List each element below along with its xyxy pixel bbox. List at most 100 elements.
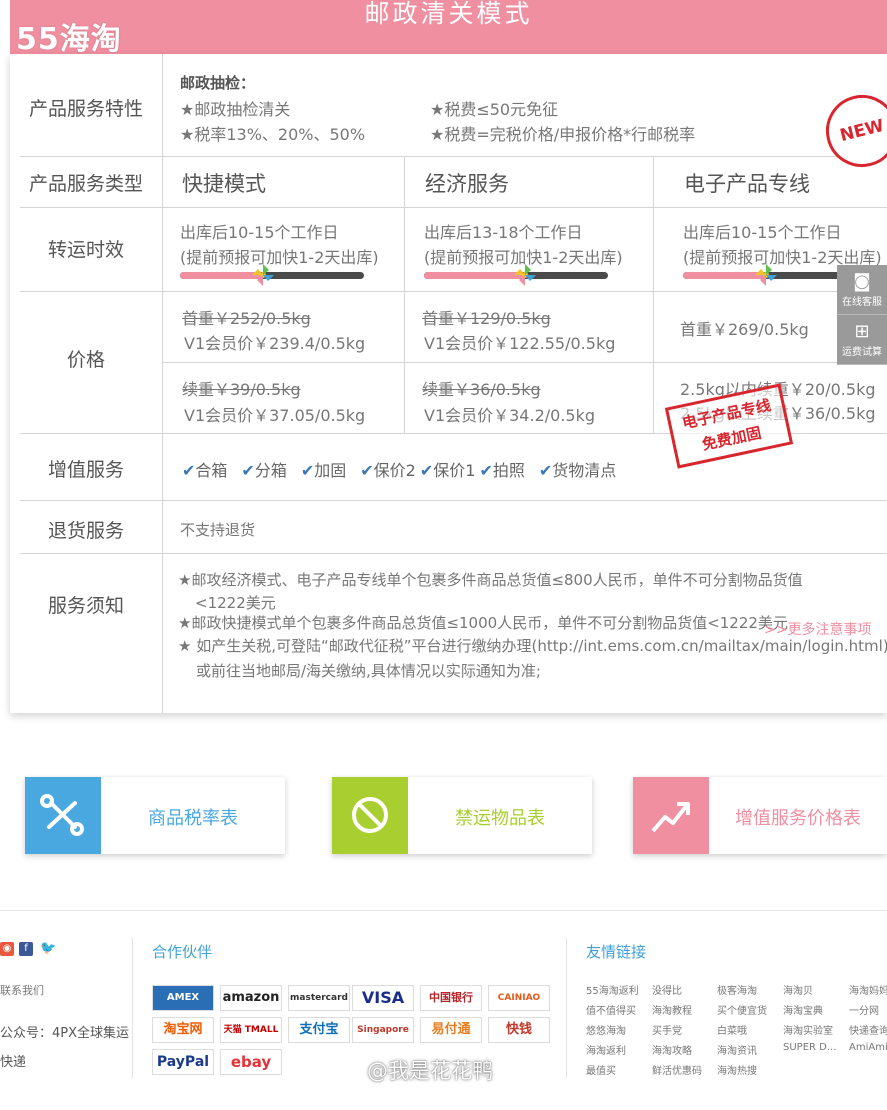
economy-first-member: V1会员价￥122.55/0.5kg — [424, 334, 616, 353]
row-label-value-added: 增值服务 — [47, 459, 124, 481]
shipping-calc-button[interactable]: ⊞ 运费试算 — [837, 315, 887, 365]
service-item: ✔拍照 — [479, 461, 524, 480]
service-item: ✔分箱 — [241, 461, 286, 480]
friend-link[interactable]: 海淘攻略 — [652, 1042, 692, 1057]
tax-rate-label: 商品税率表 — [148, 808, 238, 829]
economy-extra-member: V1会员价￥34.2/0.5kg — [424, 406, 596, 425]
transit-electronics-line1: 出库后10-15个工作日 — [683, 223, 842, 242]
friend-link[interactable]: 快递查询 — [849, 1022, 887, 1037]
online-service-label: 在线客服 — [842, 297, 882, 308]
partner-paypal[interactable]: PayPal — [152, 1049, 214, 1075]
friend-link[interactable]: 极客海淘 — [717, 982, 757, 997]
prohibited-icon — [352, 797, 388, 833]
more-notices-link[interactable]: >>更多注意事项 — [764, 619, 871, 639]
friend-link[interactable]: SUPER D... — [783, 1042, 836, 1053]
service-item: ✔合箱 — [182, 461, 227, 480]
friend-link[interactable]: 买个便宜货 — [717, 1002, 767, 1017]
transit-economy-line1: 出库后13-18个工作日 — [424, 223, 583, 242]
friend-link[interactable]: 海淘妈妈 — [849, 982, 887, 997]
tools-icon — [40, 794, 84, 836]
partner-yifutong[interactable]: 易付通 — [420, 1017, 482, 1043]
service-label: 加固 — [314, 461, 347, 480]
service-item: ✔保价1 — [420, 461, 476, 480]
side-toolbar: ◙ 在线客服 ⊞ 运费试算 — [837, 265, 887, 365]
friend-link[interactable]: 没得比 — [652, 982, 682, 997]
pinwheel-icon — [514, 264, 537, 286]
economy-first-original: 首重￥129/0.5kg — [422, 309, 551, 328]
prohibited-items-label: 禁运物品表 — [455, 808, 545, 829]
watermark: @我是花花鸭 — [367, 1059, 493, 1083]
friend-link[interactable]: 值不值得买 — [586, 1002, 636, 1017]
shipping-calc-label: 运费试算 — [842, 347, 882, 358]
value-added-price-label: 增值服务价格表 — [735, 808, 861, 829]
friend-link[interactable]: 一分网 — [849, 1002, 879, 1017]
notice-1b: <1222美元 — [195, 594, 276, 612]
friend-link[interactable]: 55海淘返利 — [586, 982, 639, 997]
friend-link[interactable]: 买手党 — [652, 1022, 682, 1037]
column-express: 快捷模式 — [182, 172, 266, 196]
check-icon: ✔ — [241, 461, 255, 480]
service-table: 产品服务特性 产品服务类型 转运时效 价格 增值服务 退货服务 服务须知 邮政抽… — [10, 54, 887, 713]
friend-link[interactable]: 海淘贝 — [783, 982, 813, 997]
partner-tmall[interactable]: 天猫 TMALL — [220, 1017, 282, 1043]
footer-divider-1 — [132, 938, 133, 1078]
features-heading: 邮政抽检： — [180, 74, 256, 92]
service-label: 分箱 — [254, 461, 287, 480]
feature-left-1: ★邮政抽检清关 — [180, 100, 291, 119]
service-item: ✔加固 — [301, 461, 346, 480]
trend-up-icon — [651, 802, 690, 833]
footer-divider-2 — [566, 938, 567, 1078]
page-title: 邮政清关模式 — [364, 0, 533, 28]
partner-amex[interactable]: AMEX — [152, 985, 214, 1011]
express-extra-member: V1会员价￥37.05/0.5kg — [184, 406, 366, 425]
friend-link[interactable]: 白菜哦 — [717, 1022, 747, 1037]
value-added-price-link[interactable]: 增值服务价格表 — [633, 777, 887, 854]
robot-icon: ◙ — [853, 271, 871, 292]
weibo-icon[interactable]: ◉ — [0, 942, 14, 956]
tax-rate-link[interactable]: 商品税率表 — [25, 777, 285, 854]
tax-icon-box — [25, 777, 101, 854]
partner-boc[interactable]: 中国银行 — [420, 985, 482, 1011]
friend-link[interactable]: AmiAmi — [849, 1042, 887, 1053]
trend-icon-box — [633, 777, 709, 854]
returns-text: 不支持退货 — [180, 521, 256, 539]
friend-link[interactable]: 海淘热搜 — [717, 1062, 757, 1077]
service-label: 拍照 — [492, 461, 525, 480]
partner-taobao[interactable]: 淘宝网 — [152, 1017, 214, 1043]
partner-alipay[interactable]: 支付宝 — [288, 1017, 350, 1043]
friend-link[interactable]: 悠悠海淘 — [586, 1022, 626, 1037]
friend-link[interactable]: 海淘教程 — [652, 1002, 692, 1017]
row-label-types: 产品服务类型 — [28, 173, 143, 195]
notice-2: ★邮政快捷模式单个包裹多件商品总货值≤1000人民币，单件不可分割物品货值<12… — [178, 614, 788, 632]
partner-ebay[interactable]: ebay — [220, 1049, 282, 1075]
prohibited-items-link[interactable]: 禁运物品表 — [332, 777, 592, 854]
partner-amazon[interactable]: amazon — [220, 985, 282, 1011]
partner-visa[interactable]: VISA — [352, 985, 414, 1011]
check-icon: ✔ — [479, 461, 493, 480]
site-logo[interactable]: 55海淘 — [16, 14, 122, 58]
transit-express-fill — [180, 272, 263, 279]
page-header: 邮政清关模式 — [10, 0, 887, 54]
transit-economy-fill — [424, 272, 526, 279]
friend-link[interactable]: 最值买 — [586, 1062, 616, 1077]
friend-link[interactable]: 海淘返利 — [586, 1042, 626, 1057]
service-label: 合箱 — [195, 461, 228, 480]
column-electronics: 电子产品专线 — [684, 172, 810, 196]
prohibited-icon-box — [332, 777, 408, 854]
friends-title: 友情链接 — [586, 943, 647, 961]
partner-singpost[interactable]: Singapore POST — [352, 1017, 414, 1043]
partner-mastercard[interactable]: mastercard — [288, 985, 350, 1011]
twitter-icon[interactable]: 🐦 — [40, 942, 56, 956]
partner-99bill[interactable]: 快钱 — [488, 1017, 550, 1043]
friend-link[interactable]: 海淘实验室 — [783, 1022, 833, 1037]
notice-3b: 或前往当地邮局/海关缴纳,具体情况以实际通知为准; — [196, 662, 541, 680]
express-first-original: 首重￥252/0.5kg — [182, 309, 311, 328]
online-service-button[interactable]: ◙ 在线客服 — [837, 265, 887, 315]
friend-link[interactable]: 海淘资讯 — [717, 1042, 757, 1057]
partner-cainiao[interactable]: CAINIAO — [488, 985, 550, 1011]
friend-link[interactable]: 海淘宝典 — [783, 1002, 823, 1017]
contact-us-link[interactable]: 联系我们 — [0, 982, 44, 998]
pinwheel-icon — [251, 264, 274, 286]
friend-link[interactable]: 鲜活优惠码 — [652, 1062, 702, 1077]
facebook-icon[interactable]: f — [19, 942, 33, 956]
